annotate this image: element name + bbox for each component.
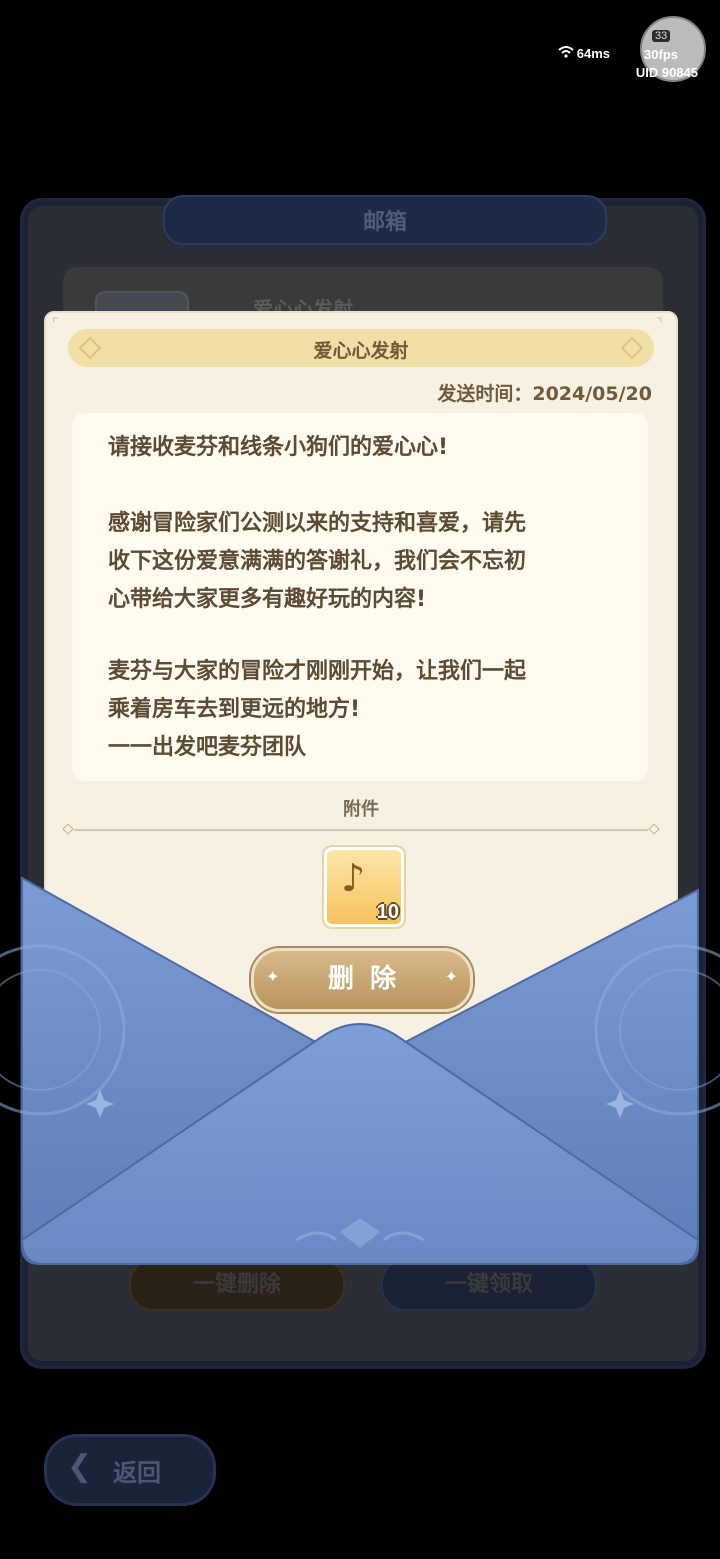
send-time: 发送时间：2024/05/20	[437, 383, 652, 405]
divider	[74, 829, 648, 831]
network-status: 64ms	[558, 46, 610, 61]
corner-ornament: ⌜	[52, 316, 59, 332]
ping-value: 64ms	[576, 46, 610, 61]
letter-body-paragraph: 麦芬与大家的冒险才刚刚开始，让我们一起 乘着房车去到更远的地方! 一一出发吧麦芬…	[108, 659, 527, 760]
corner-ornament: ⌝	[656, 316, 663, 332]
screen: 邮箱 爱心心发射 一键删除 一键领取 ❮ 返回 ⌜ ⌝ 爱心心发射 发送时间：2…	[0, 0, 720, 1559]
attachment-title: 附件	[343, 799, 379, 820]
fps-value: 30fps	[644, 47, 678, 62]
letter-title-bar: 爱心心发射	[68, 329, 654, 367]
letter-body-paragraph: 感谢冒险家们公测以来的支持和喜爱，请先 收下这份爱意满满的答谢礼，我们会不忘初 …	[108, 511, 527, 612]
back-arrow-icon: ❮	[67, 1449, 93, 1484]
envelope-front	[0, 876, 720, 1265]
back-button[interactable]: ❮ 返回	[44, 1434, 216, 1506]
status-hud: 64ms 33 30fps UID 90845	[536, 14, 706, 84]
sparkle-icon: ✦	[444, 967, 458, 986]
back-label: 返回	[113, 1459, 161, 1487]
delete-button[interactable]: ✦ 删除 ✦	[251, 948, 473, 1012]
wifi-icon	[558, 46, 574, 61]
sparkle-icon: ✦	[266, 967, 280, 986]
letter-content: 请接收麦芬和线条小狗们的爱心心! 感谢冒险家们公测以来的支持和喜爱，请先 收下这…	[72, 413, 648, 781]
mailbox-title: 邮箱	[362, 210, 407, 235]
player-uid: UID 90845	[635, 65, 698, 80]
player-level: 33	[652, 30, 671, 42]
mailbox-title-bar: 邮箱	[163, 195, 607, 245]
delete-label: 删除	[327, 964, 412, 994]
letter-title: 爱心心发射	[313, 340, 409, 362]
letter-body-paragraph: 请接收麦芬和线条小狗们的爱心心!	[108, 435, 449, 460]
